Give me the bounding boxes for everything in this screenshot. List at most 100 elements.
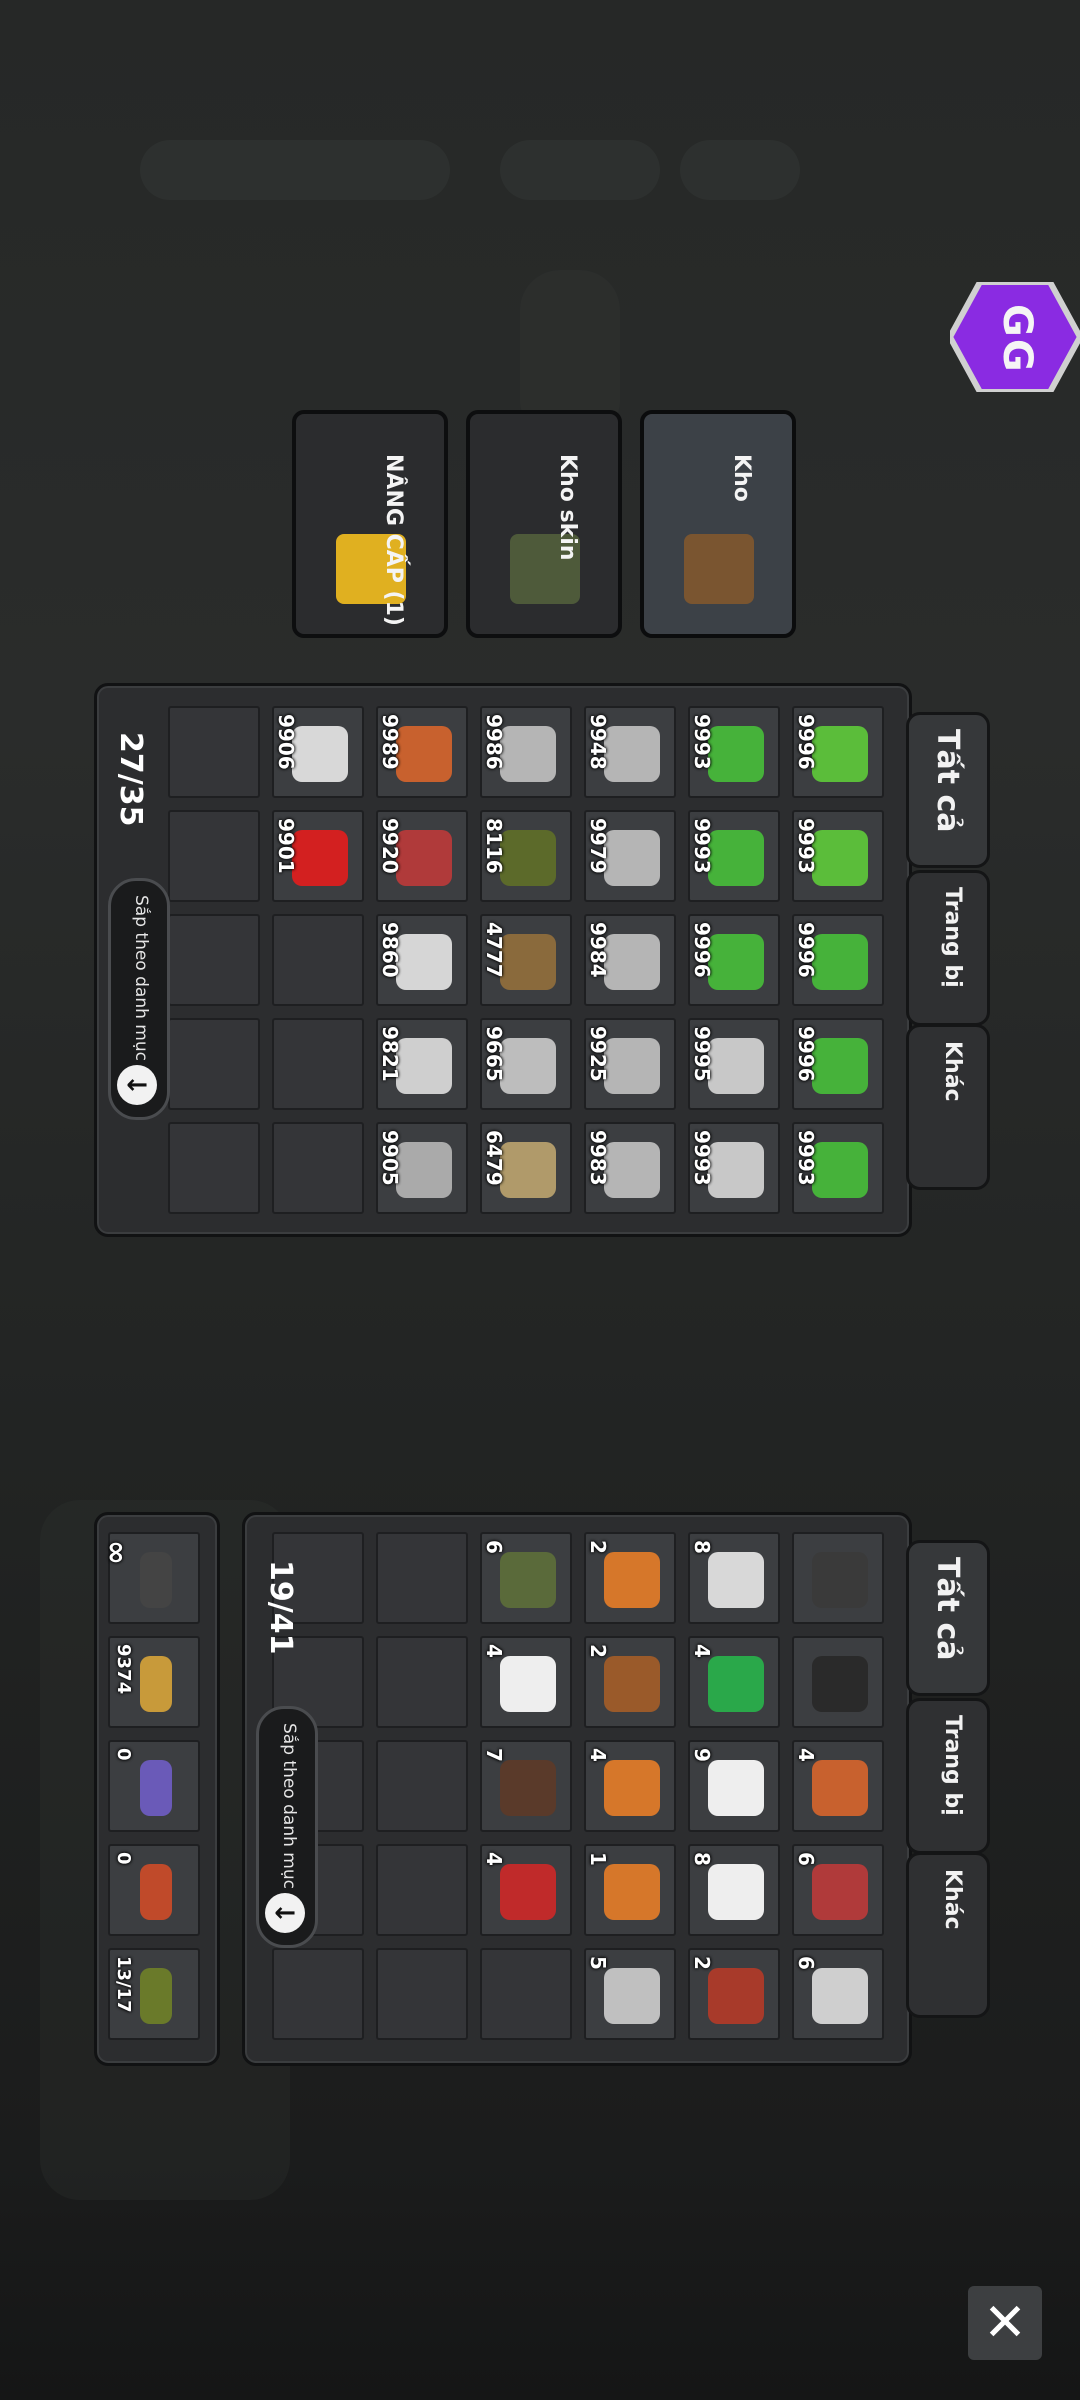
storage-item-count: 6: [794, 1852, 818, 1866]
storage-item-slot[interactable]: 2: [584, 1636, 676, 1728]
inventory-item-slot[interactable]: 9993: [688, 706, 780, 798]
storage-item-slot[interactable]: 6: [792, 1948, 884, 2040]
inventory-item-slot[interactable]: 9901: [272, 810, 364, 902]
inventory-empty-slot[interactable]: [168, 1122, 260, 1214]
storage-item-slot[interactable]: 4: [480, 1844, 572, 1936]
storage-empty-slot[interactable]: [480, 1948, 572, 2040]
green-glove-icon: [708, 726, 764, 782]
storage-item-slot[interactable]: 7: [480, 1740, 572, 1832]
inventory-tab-0[interactable]: Tất cả: [906, 712, 990, 868]
ammo-count: 0: [113, 1852, 134, 1865]
storage-empty-slot[interactable]: [376, 1740, 468, 1832]
inventory-item-slot[interactable]: 6479: [480, 1122, 572, 1214]
storage-item-count: 6: [794, 1956, 818, 1970]
storage-empty-slot[interactable]: [376, 1532, 468, 1624]
raw-meat-icon: [708, 1968, 764, 2024]
inventory-item-slot[interactable]: 9989: [376, 706, 468, 798]
storage-item-slot[interactable]: 9: [688, 1740, 780, 1832]
storage-tab-2[interactable]: Khác: [906, 1852, 990, 2018]
ammo-slot[interactable]: 9374: [108, 1636, 200, 1728]
storage-item-slot[interactable]: 6: [792, 1844, 884, 1936]
storage-item-slot[interactable]: 2: [584, 1532, 676, 1624]
inventory-item-slot[interactable]: 9920: [376, 810, 468, 902]
green-glove-icon: [708, 934, 764, 990]
inventory-item-slot[interactable]: 9996: [792, 706, 884, 798]
inventory-item-slot[interactable]: 4777: [480, 914, 572, 1006]
gray-glove-icon: [604, 726, 660, 782]
storage-item-slot[interactable]: 4: [480, 1636, 572, 1728]
inventory-item-slot[interactable]: 9948: [584, 706, 676, 798]
inventory-item-slot[interactable]: 9996: [688, 914, 780, 1006]
inventory-item-slot[interactable]: 9996: [792, 1018, 884, 1110]
chocolate-icon: [500, 1760, 556, 1816]
storage-item-slot[interactable]: 1: [584, 1844, 676, 1936]
back-arrow-icon: ←: [117, 1065, 157, 1105]
inventory-item-slot[interactable]: 9993: [688, 810, 780, 902]
ammo-slot[interactable]: 0: [108, 1844, 200, 1936]
inventory-item-count: 9996: [794, 1026, 818, 1082]
inventory-tab-2[interactable]: Khác: [906, 1024, 990, 1190]
inventory-tab-1[interactable]: Trang bị: [906, 870, 990, 1026]
inventory-item-slot[interactable]: 9665: [480, 1018, 572, 1110]
close-button[interactable]: ✕: [968, 2286, 1042, 2360]
storage-item-slot[interactable]: 4: [792, 1740, 884, 1832]
inventory-item-slot[interactable]: 9996: [792, 914, 884, 1006]
storage-item-count: 2: [586, 1644, 610, 1658]
duct-tape-icon: [396, 1038, 452, 1094]
inventory-item-slot[interactable]: 9905: [376, 1122, 468, 1214]
storage-empty-slot[interactable]: [272, 1948, 364, 2040]
bullet-black-icon: [140, 1552, 172, 1608]
inventory-item-slot[interactable]: 9993: [688, 1122, 780, 1214]
inventory-item-count: 9984: [586, 922, 610, 978]
inventory-counter: 27/35: [113, 732, 148, 827]
gg-badge[interactable]: GG: [946, 279, 1080, 395]
inventory-item-slot[interactable]: 9995: [688, 1018, 780, 1110]
storage-tab-1[interactable]: Trang bị: [906, 1698, 990, 1854]
sort-button[interactable]: Sắp theo danh mục ←: [108, 878, 170, 1120]
inventory-empty-slot[interactable]: [272, 1122, 364, 1214]
storage-item-slot[interactable]: [792, 1532, 884, 1624]
inventory-empty-slot[interactable]: [272, 914, 364, 1006]
menu-skin-crate-button[interactable]: Kho skin: [466, 410, 622, 638]
inventory-item-slot[interactable]: 9986: [480, 706, 572, 798]
inventory-empty-slot[interactable]: [168, 810, 260, 902]
storage-empty-slot[interactable]: [376, 1844, 468, 1936]
storage-tab-label: Tất cả: [930, 1557, 965, 1661]
menu-chest-button[interactable]: Kho: [640, 410, 796, 638]
storage-item-slot[interactable]: 8: [688, 1844, 780, 1936]
inventory-item-slot[interactable]: 9860: [376, 914, 468, 1006]
inventory-item-slot[interactable]: 9983: [584, 1122, 676, 1214]
storage-item-slot[interactable]: 8: [688, 1532, 780, 1624]
storage-item-slot[interactable]: 2: [688, 1948, 780, 2040]
inventory-empty-slot[interactable]: [168, 914, 260, 1006]
ammo-count: 13/17: [113, 1956, 134, 2013]
inventory-item-slot[interactable]: 9993: [792, 810, 884, 902]
storage-counter: 19/41: [263, 1560, 298, 1655]
storage-item-slot[interactable]: 6: [480, 1532, 572, 1624]
inventory-empty-slot[interactable]: [168, 1018, 260, 1110]
inventory-item-slot[interactable]: 9925: [584, 1018, 676, 1110]
ammo-slot[interactable]: 13/17: [108, 1948, 200, 2040]
inventory-item-slot[interactable]: 8116: [480, 810, 572, 902]
storage-tab-0[interactable]: Tất cả: [906, 1540, 990, 1696]
ammo-slot[interactable]: 0: [108, 1740, 200, 1832]
inventory-item-count: 9993: [794, 1130, 818, 1186]
inventory-item-slot[interactable]: 9993: [792, 1122, 884, 1214]
close-icon: ✕: [983, 2293, 1027, 2353]
inventory-item-slot[interactable]: 9984: [584, 914, 676, 1006]
storage-sort-button[interactable]: Sắp theo danh mục ←: [256, 1706, 318, 1948]
storage-empty-slot[interactable]: [376, 1636, 468, 1728]
inventory-empty-slot[interactable]: [168, 706, 260, 798]
storage-item-slot[interactable]: [792, 1636, 884, 1728]
ammo-slot[interactable]: ∞: [99, 1532, 200, 1624]
inventory-empty-slot[interactable]: [272, 1018, 364, 1110]
inventory-item-slot[interactable]: 9821: [376, 1018, 468, 1110]
inventory-item-slot[interactable]: 9906: [272, 706, 364, 798]
storage-item-slot[interactable]: 4: [584, 1740, 676, 1832]
storage-empty-slot[interactable]: [376, 1948, 468, 2040]
gg-badge-text: GG: [994, 304, 1040, 374]
storage-item-slot[interactable]: 5: [584, 1948, 676, 2040]
menu-drill-button[interactable]: NÂNG CẤP (1): [292, 410, 448, 638]
storage-item-slot[interactable]: 4: [688, 1636, 780, 1728]
inventory-item-slot[interactable]: 9979: [584, 810, 676, 902]
